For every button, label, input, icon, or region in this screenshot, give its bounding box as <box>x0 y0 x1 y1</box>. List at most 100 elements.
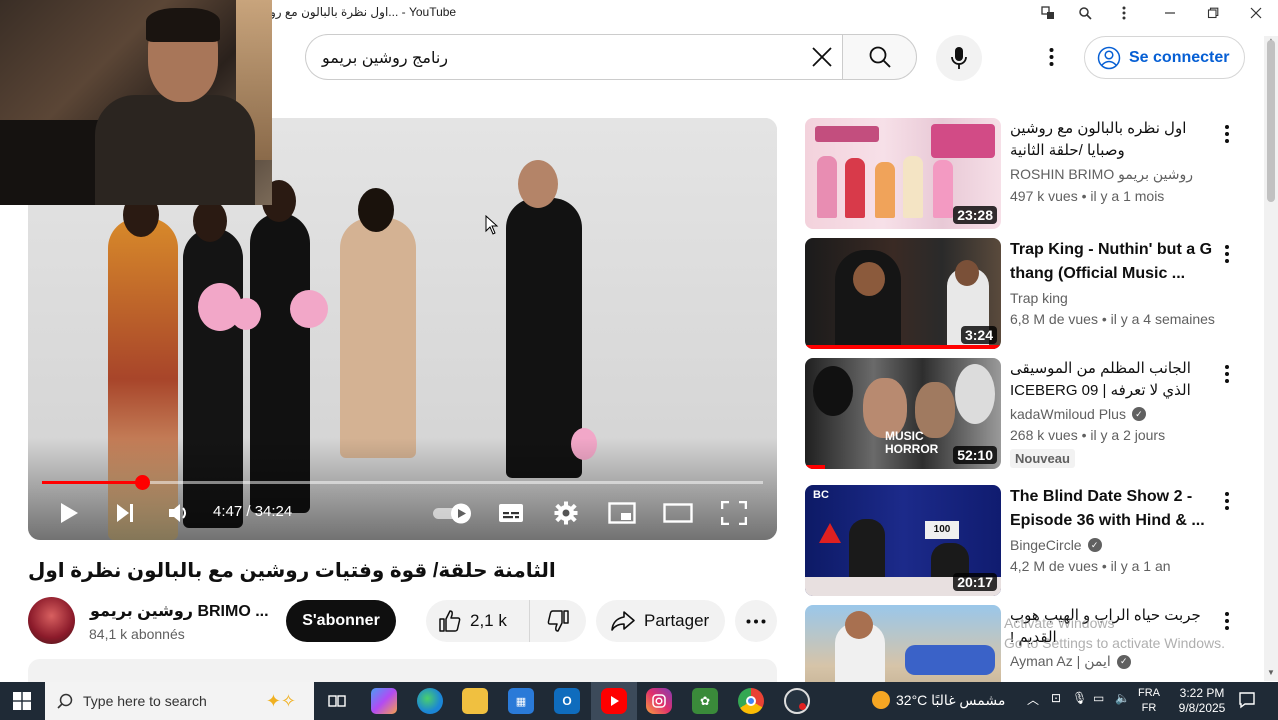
sign-in-button[interactable]: Se connecter <box>1084 36 1245 79</box>
video-duration: 23:28 <box>953 206 997 224</box>
file-explorer-icon[interactable] <box>462 688 488 714</box>
taskbar-search[interactable]: Type here to search ✦✧ <box>45 682 314 720</box>
recommendation-menu-icon[interactable] <box>1215 122 1239 146</box>
verified-icon: ✓ <box>1087 538 1102 552</box>
edge-browser-icon[interactable] <box>417 688 443 714</box>
theater-mode-button[interactable] <box>661 496 695 530</box>
subscribe-button[interactable]: S'abonner <box>286 600 396 642</box>
mute-button[interactable] <box>162 496 196 530</box>
recommendation-menu-icon[interactable] <box>1215 489 1239 513</box>
play-button[interactable] <box>52 496 86 530</box>
recommendation-title[interactable]: الجانب المظلم من الموسيقى الذي لا تعرفه … <box>1010 358 1215 402</box>
voice-search-button[interactable] <box>936 35 982 81</box>
search-input[interactable]: رنامج روشين بريمو <box>305 34 843 80</box>
zoom-icon[interactable] <box>1075 3 1095 23</box>
taskbar-clock[interactable]: 3:22 PM 9/8/2025 <box>1174 686 1230 716</box>
recommendation-title[interactable]: Trap King - Nuthin' but a G thang (Offic… <box>1010 238 1215 286</box>
task-view-icon[interactable] <box>324 688 350 714</box>
weather-text: 32°C مشمس غالبًا <box>896 691 1006 708</box>
recommendation-item[interactable]: 3:24 Trap King - Nuthin' but a G thang (… <box>805 238 1245 349</box>
fullscreen-button[interactable] <box>717 496 751 530</box>
input-language[interactable]: FRA FR <box>1138 686 1160 716</box>
share-label: Partager <box>644 611 710 630</box>
recommendation-channel[interactable]: Trap king <box>1010 290 1215 306</box>
recommendation-menu-icon[interactable] <box>1215 242 1239 266</box>
recommendation-item[interactable]: BC 100 20:17 The Blind Date Show 2 - Epi… <box>805 485 1245 596</box>
recommendation-channel[interactable]: Ayman Az | ايمن ✓ <box>1010 653 1215 670</box>
recommendation-item[interactable]: 23:28 اول نظره بالبالون مع روشين وصبايا … <box>805 118 1245 229</box>
outlook-icon[interactable]: O <box>554 688 580 714</box>
progress-scrubber[interactable] <box>135 475 150 490</box>
clock-date: 9/8/2025 <box>1178 701 1226 715</box>
restore-icon[interactable] <box>1203 3 1223 23</box>
recommendation-channel[interactable]: ROSHIN BRIMO روشين بريمو <box>1010 166 1215 183</box>
watched-progress <box>805 345 1001 349</box>
video-thumbnail[interactable]: 23:28 <box>805 118 1001 229</box>
channel-name[interactable]: روشين بريمو BRIMO ... <box>90 601 269 621</box>
recommendation-title[interactable]: اول نظره بالبالون مع روشين وصبايا /حلقة … <box>1010 118 1215 162</box>
channel-avatar[interactable] <box>28 597 75 644</box>
subtitles-icon <box>499 504 523 522</box>
translate-icon[interactable] <box>1038 3 1058 23</box>
thumbnail-logo: BC <box>813 489 829 501</box>
miniplayer-button[interactable] <box>605 496 639 530</box>
video-thumbnail[interactable]: MUSIC HORROR 52:10 <box>805 358 1001 469</box>
subtitles-button[interactable] <box>494 496 528 530</box>
recommendation-menu-icon[interactable] <box>1215 362 1239 386</box>
settings-button[interactable] <box>549 496 583 530</box>
dislike-button[interactable] <box>530 609 586 633</box>
thumbnail-sign <box>819 523 841 543</box>
more-actions-button[interactable] <box>735 600 777 642</box>
search-button[interactable] <box>842 34 917 80</box>
close-icon[interactable] <box>1246 3 1266 23</box>
youtube-app-icon[interactable] <box>601 688 627 714</box>
notifications-icon[interactable] <box>1238 691 1256 714</box>
instagram-icon[interactable] <box>646 688 672 714</box>
person-figure <box>518 160 558 208</box>
video-thumbnail[interactable]: 3:24 <box>805 238 1001 349</box>
meet-now-icon[interactable]: ⊡ <box>1051 691 1061 705</box>
share-button[interactable]: Partager <box>596 600 725 642</box>
progress-track[interactable] <box>42 481 763 484</box>
autoplay-toggle[interactable] <box>428 496 474 530</box>
recommendation-channel[interactable]: BingeCircle ✓ <box>1010 537 1215 553</box>
like-button[interactable]: 2,1 k <box>426 600 530 642</box>
menu-icon[interactable] <box>1114 3 1134 23</box>
page-scrollbar[interactable]: ▲ ▼ <box>1264 36 1278 681</box>
scrollbar-thumb[interactable] <box>1267 40 1275 202</box>
autoplay-toggle-icon <box>433 503 471 524</box>
video-thumbnail[interactable]: BC 100 20:17 <box>805 485 1001 596</box>
game-app-icon[interactable]: ✿ <box>692 688 718 714</box>
copilot-icon[interactable] <box>371 688 397 714</box>
watermark-line: Activate Windows <box>1004 615 1115 631</box>
start-button[interactable] <box>0 682 44 720</box>
show-hidden-icons[interactable]: ︿ <box>1027 691 1039 708</box>
microsoft-store-icon[interactable]: ▦ <box>508 688 534 714</box>
person-figure <box>340 218 416 458</box>
subscriber-count: 84,1 k abonnés <box>89 626 185 642</box>
mouse-cursor-icon <box>485 215 499 235</box>
activate-windows-watermark: Activate Windows Go to Settings to activ… <box>1004 613 1225 653</box>
minimize-icon[interactable] <box>1160 3 1180 23</box>
video-duration: 20:17 <box>953 573 997 591</box>
battery-icon[interactable]: ▭ <box>1093 691 1104 705</box>
chrome-icon[interactable] <box>738 688 764 714</box>
speaker-icon[interactable]: 🔈 <box>1115 691 1130 705</box>
recommendation-title[interactable]: The Blind Date Show 2 - Episode 36 with … <box>1010 485 1215 533</box>
clear-search-icon[interactable] <box>809 44 835 70</box>
settings-menu-icon[interactable] <box>1038 44 1064 70</box>
recommendation-channel[interactable]: kadaWmiloud Plus ✓ <box>1010 406 1215 422</box>
next-button[interactable] <box>108 496 142 530</box>
recommendation-meta: 497 k vues • il y a 1 mois <box>1010 188 1165 204</box>
microphone-tray-icon[interactable]: 🎙 <box>1072 691 1087 705</box>
scroll-down-icon[interactable]: ▼ <box>1267 668 1275 677</box>
like-count: 2,1 k <box>470 611 507 630</box>
recommendation-item[interactable]: MUSIC HORROR 52:10 الجانب المظلم من الموس… <box>805 358 1245 469</box>
video-thumbnail[interactable] <box>805 605 1001 682</box>
obs-recording-icon[interactable] <box>784 688 810 714</box>
account-icon <box>1097 46 1121 69</box>
channel-name: Trap king <box>1010 290 1068 306</box>
new-badge: Nouveau <box>1010 449 1075 468</box>
webcam-shelf <box>0 120 110 205</box>
weather-widget[interactable]: 32°C مشمس غالبًا <box>872 691 1005 709</box>
